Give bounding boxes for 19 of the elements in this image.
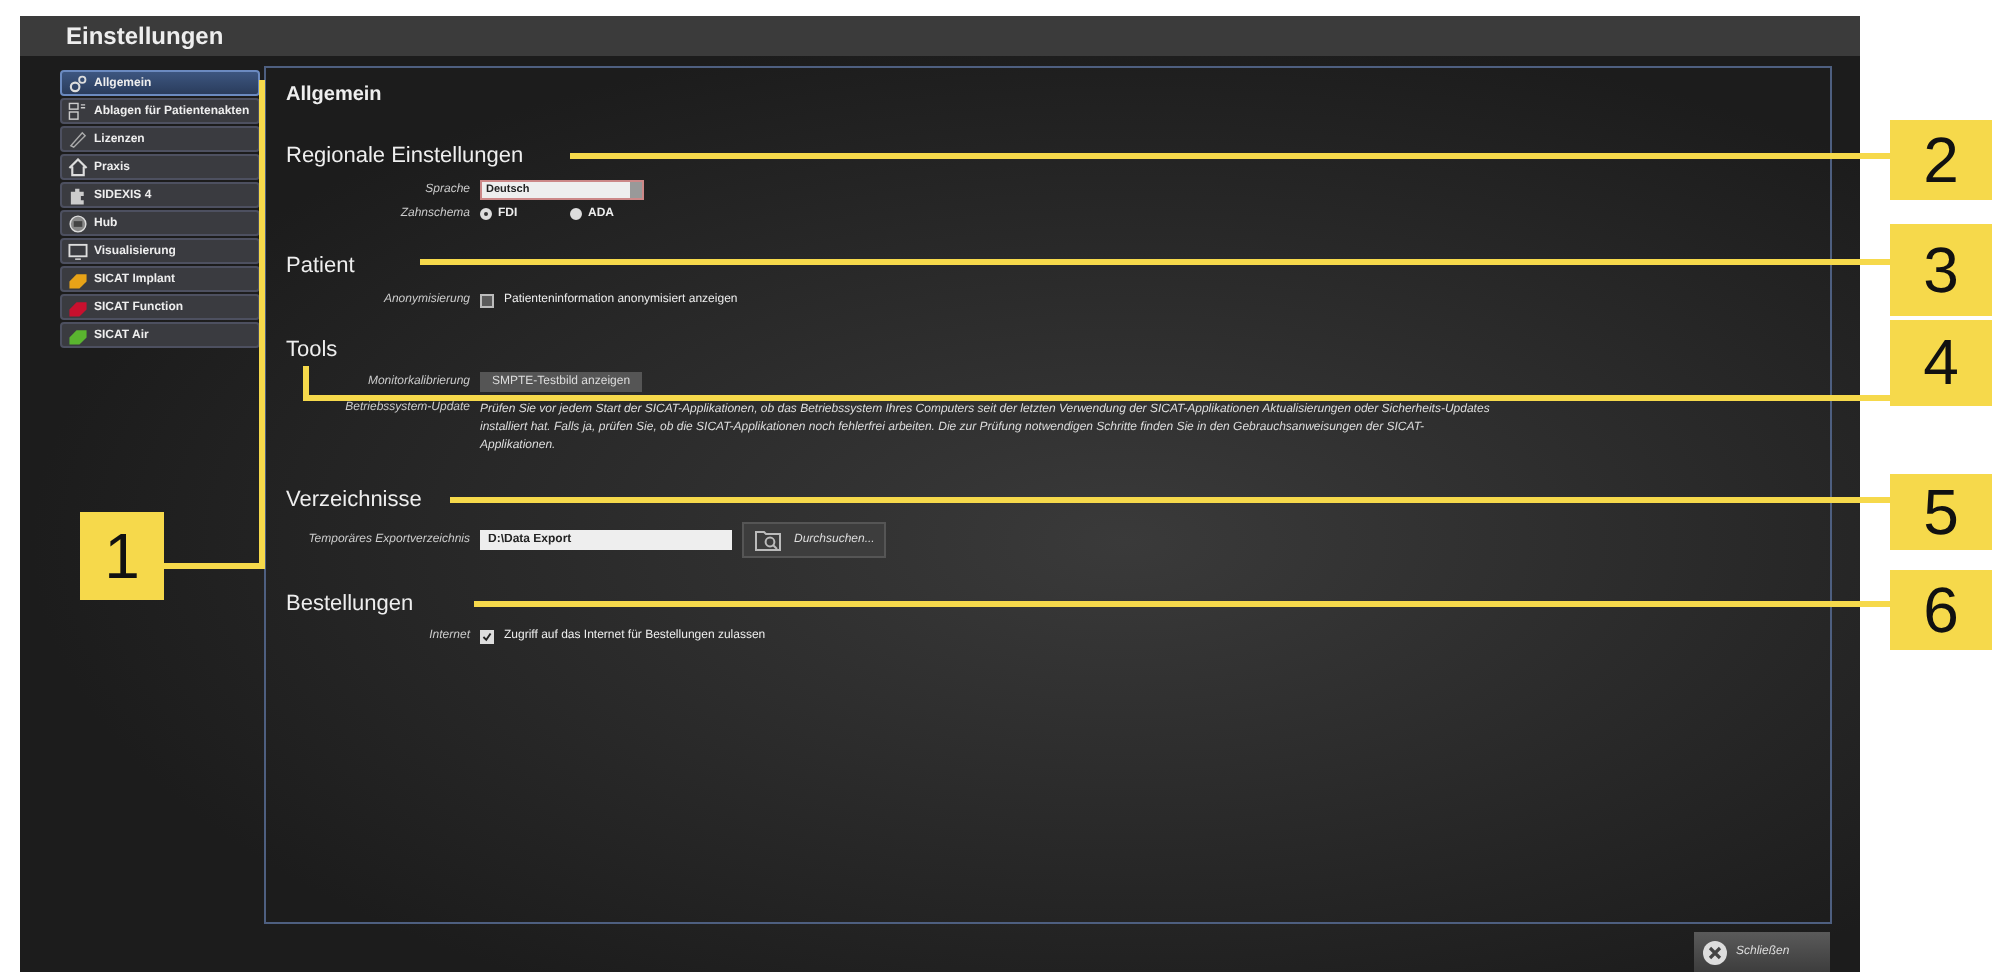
section-heading: Patient [286, 252, 355, 280]
checkbox[interactable] [480, 293, 494, 307]
section-heading: Tools [286, 336, 338, 364]
section-heading: Bestellungen [286, 590, 414, 618]
radio-button[interactable] [480, 208, 492, 220]
window-title: Einstellungen [20, 16, 1860, 56]
section-heading: Regionale Einstellungen [286, 142, 524, 170]
close-icon [1702, 939, 1728, 965]
callout-number: 4 [1890, 320, 1992, 406]
callout-number: 5 [1890, 474, 1992, 550]
callout-number: 3 [1890, 224, 1992, 316]
callout-number: 2 [1890, 120, 1992, 200]
checkbox[interactable] [480, 629, 494, 643]
folder-search-icon [754, 528, 782, 552]
panel-title: Allgemein [286, 84, 382, 108]
radio-button[interactable] [570, 208, 582, 220]
callout-number: 6 [1890, 570, 1992, 650]
section-heading: Verzeichnisse [286, 486, 422, 514]
callout-number: 1 [80, 512, 164, 600]
